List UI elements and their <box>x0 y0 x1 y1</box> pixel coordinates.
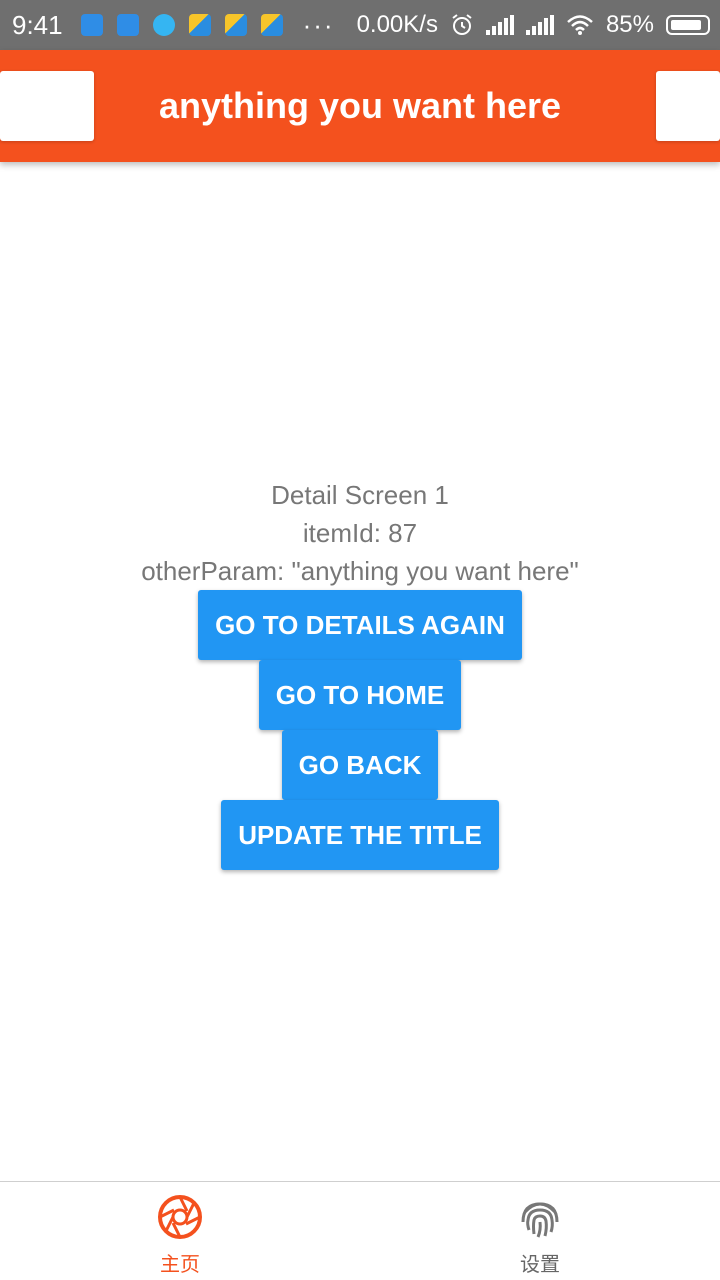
aperture-icon <box>158 1195 202 1239</box>
detail-content: Detail Screen 1 itemId: 87 otherParam: "… <box>0 476 720 870</box>
fingerprint-icon <box>521 1202 559 1238</box>
go-to-details-again-button[interactable]: GO TO DETAILS AGAIN <box>198 590 522 660</box>
header: anything you want here <box>0 50 720 162</box>
image-icon <box>188 14 211 36</box>
wifi-icon <box>567 15 593 35</box>
tab-home-label: 主页 <box>160 1252 200 1276</box>
tab-home[interactable]: 主页 <box>0 1182 360 1280</box>
signal-icon <box>525 15 554 35</box>
download-icon <box>116 14 139 36</box>
image-icon <box>260 14 283 36</box>
other-param-text: otherParam: "anything you want here" <box>141 556 579 586</box>
tab-bar: 主页 设置 <box>0 1181 720 1280</box>
battery-percent: 85% <box>605 11 654 38</box>
go-to-home-button[interactable]: GO TO HOME <box>258 660 462 730</box>
tab-settings-label: 设置 <box>520 1252 560 1276</box>
notification-icons <box>80 14 283 36</box>
signal-icon <box>485 15 514 35</box>
header-title: anything you want here <box>158 85 562 126</box>
net-speed: 0.00K/s <box>356 11 438 38</box>
tab-settings[interactable]: 设置 <box>360 1182 720 1280</box>
header-right-button[interactable] <box>656 71 720 141</box>
status-right: 0.00K/s 85% <box>357 11 710 39</box>
go-back-button[interactable]: GO BACK <box>281 730 439 800</box>
alarm-icon <box>452 14 472 35</box>
image-icon <box>224 14 247 36</box>
screen: 9:41 ··· 0.00K/s 85% anything you want h… <box>0 0 720 1280</box>
item-id-text: itemId: 87 <box>302 518 418 548</box>
screen-label: Detail Screen 1 <box>271 480 449 510</box>
update-title-button[interactable]: UPDATE THE TITLE <box>221 800 499 870</box>
battery-icon <box>666 15 710 35</box>
bird-icon <box>152 14 175 36</box>
app-icon <box>80 14 103 36</box>
status-bar: 9:41 ··· 0.00K/s 85% <box>0 0 720 50</box>
status-time: 9:41 <box>12 9 63 40</box>
